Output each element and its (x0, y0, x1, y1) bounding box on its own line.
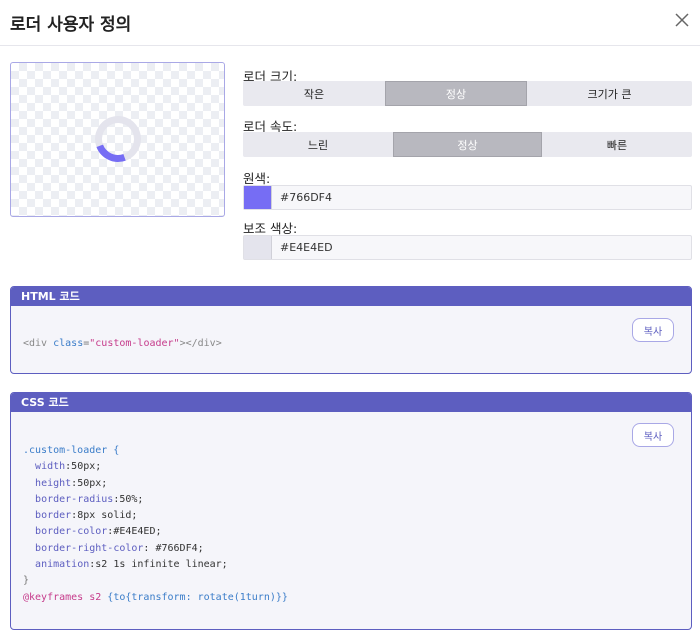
css-code: .custom-loader { width:50px; height:50px… (23, 443, 288, 606)
dialog-header: 로더 사용자 정의 (0, 0, 700, 46)
speed-selector: 느린 정상 빠른 (243, 132, 692, 157)
code-token: :50px; (71, 477, 108, 489)
code-token: :8px solid; (71, 510, 138, 522)
code-token: height (35, 477, 72, 489)
size-option-normal[interactable]: 정상 (385, 81, 527, 106)
code-token: {to{transform: rotate(1turn)}} (101, 591, 288, 603)
css-code-panel: CSS 코드 복사 .custom-loader { width:50px; h… (10, 392, 692, 630)
html-code: <div class="custom-loader"></div> (23, 336, 222, 352)
code-token: :50px; (65, 461, 102, 473)
code-token: border (35, 510, 72, 522)
code-token: border-color (35, 526, 108, 538)
dialog-title: 로더 사용자 정의 (10, 15, 132, 35)
html-copy-button[interactable]: 복사 (632, 318, 674, 342)
primary-color-input[interactable] (272, 186, 691, 209)
primary-color-row (243, 185, 692, 210)
speed-option-slow[interactable]: 느린 (243, 132, 393, 157)
css-copy-button[interactable]: 복사 (632, 423, 674, 447)
html-panel-title: HTML 코드 (11, 287, 691, 306)
primary-color-swatch[interactable] (244, 186, 272, 209)
css-panel-title: CSS 코드 (11, 393, 691, 412)
code-token: :#E4E4ED; (107, 526, 162, 538)
code-token: class (53, 338, 84, 349)
speed-option-normal[interactable]: 정상 (393, 132, 542, 157)
code-token: @keyframes s2 (23, 591, 102, 603)
code-token: .custom-loader { (23, 445, 120, 456)
code-token: border-right-color (35, 542, 144, 554)
html-code-panel: HTML 코드 복사 <div class="custom-loader"></… (10, 286, 692, 374)
code-token: } (23, 575, 30, 587)
code-token: : #766DF4; (143, 542, 204, 554)
size-selector: 작은 정상 크기가 큰 (243, 81, 692, 106)
code-token: "custom-loader" (89, 338, 180, 349)
code-token: animation (35, 559, 90, 571)
size-option-small[interactable]: 작은 (243, 81, 385, 106)
loader-spinner (87, 108, 149, 170)
secondary-color-input[interactable] (272, 236, 691, 259)
speed-option-fast[interactable]: 빠른 (542, 132, 692, 157)
loader-preview (10, 62, 225, 217)
code-token: <div (23, 338, 48, 349)
code-token: ></div> (179, 338, 222, 349)
code-token: :s2 1s infinite linear; (89, 559, 228, 571)
secondary-color-swatch[interactable] (244, 236, 272, 259)
code-token: width (35, 461, 66, 473)
close-icon[interactable] (672, 10, 692, 30)
secondary-color-row (243, 235, 692, 260)
code-token: border-radius (35, 493, 114, 505)
size-option-large[interactable]: 크기가 큰 (527, 81, 692, 106)
code-token: :50%; (113, 493, 144, 505)
